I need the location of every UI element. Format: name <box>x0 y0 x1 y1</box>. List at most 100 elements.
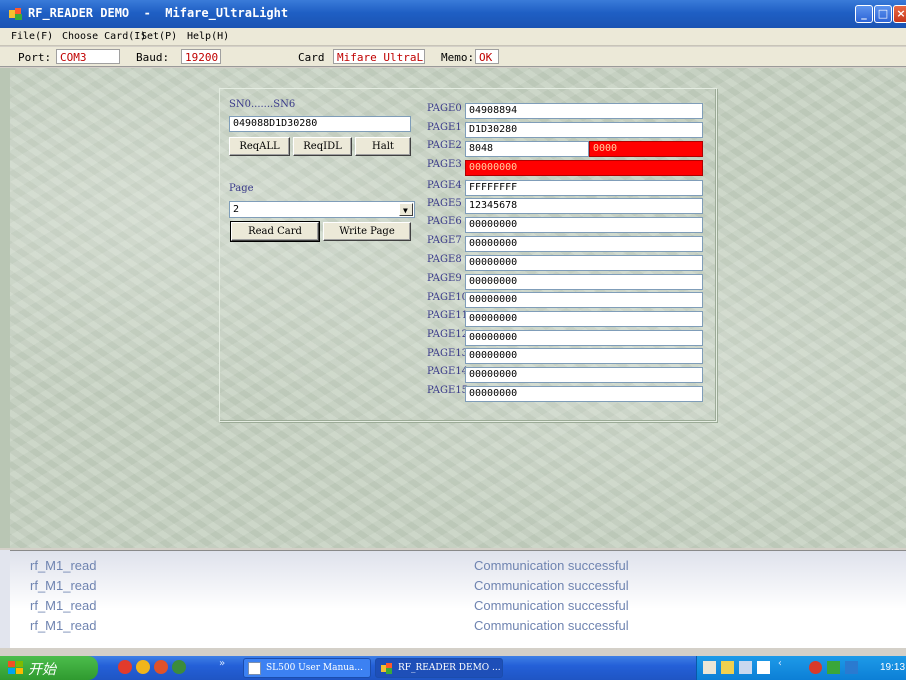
printer-icon[interactable] <box>703 661 716 674</box>
app-icon <box>9 8 22 20</box>
sn-label: SN0.......SN6 <box>229 99 296 110</box>
page-label-15: PAGE15 <box>427 385 469 396</box>
close-icon: × <box>896 7 906 20</box>
port-value: COM3 <box>56 49 120 64</box>
start-button[interactable]: 开始 <box>0 656 98 680</box>
quicklaunch-app-icon[interactable] <box>154 660 168 674</box>
page-field-0[interactable]: 04908894 <box>465 103 703 119</box>
log-item: rf_M1_read Communication successful <box>30 618 890 636</box>
log-function: rf_M1_read <box>30 598 97 613</box>
log-message: Communication successful <box>474 598 629 613</box>
write-page-button[interactable]: Write Page <box>323 222 411 241</box>
log-item: rf_M1_read Communication successful <box>30 598 890 616</box>
system-tray: ‹ 19:13 <box>696 656 906 680</box>
page-field-1[interactable]: D1D30280 <box>465 122 703 138</box>
tray-expand-icon[interactable]: ‹ <box>777 658 783 669</box>
menu-set[interactable]: Set(P) <box>141 31 177 42</box>
connection-icon[interactable] <box>845 661 858 674</box>
memo-label: Memo: <box>441 51 475 64</box>
page-field-14[interactable]: 00000000 <box>465 367 703 383</box>
reqall-button[interactable]: ReqALL <box>229 137 290 156</box>
page-field-5[interactable]: 12345678 <box>465 198 703 214</box>
page-field-2[interactable]: 8048 <box>465 141 589 157</box>
page-select[interactable]: 2 ▼ <box>229 201 415 218</box>
page-label-4: PAGE4 <box>427 180 462 191</box>
page-field-8[interactable]: 00000000 <box>465 255 703 271</box>
minimize-icon: _ <box>861 7 867 20</box>
antivirus-icon[interactable] <box>809 661 822 674</box>
task-label: SL500 User Manua... <box>266 663 363 673</box>
page-field-4[interactable]: FFFFFFFF <box>465 180 703 196</box>
log-message: Communication successful <box>474 618 629 633</box>
page-label-12: PAGE12 <box>427 329 469 340</box>
window-title: RF_READER DEMO - Mifare_UltraLight <box>28 6 289 20</box>
page-field-13[interactable]: 00000000 <box>465 348 703 364</box>
page-label-5: PAGE5 <box>427 198 462 209</box>
memo-value: OK <box>475 49 499 64</box>
page-select-value: 2 <box>233 204 240 215</box>
log-function: rf_M1_read <box>30 618 97 633</box>
page-field-6[interactable]: 00000000 <box>465 217 703 233</box>
card-value: Mifare_UltraLig <box>333 49 425 64</box>
menu-bar: File(F) Choose Card(I) Set(P) Help(H) <box>0 28 906 46</box>
help-icon[interactable] <box>757 661 770 674</box>
page-select-arrow[interactable]: ▼ <box>399 203 413 216</box>
page-label-2: PAGE2 <box>427 140 462 151</box>
window-left-edge <box>0 68 10 548</box>
taskbar: 开始 » SL500 User Manua... RF_READER DEMO … <box>0 656 906 680</box>
log-function: rf_M1_read <box>30 558 97 573</box>
start-label: 开始 <box>28 662 56 678</box>
clock: 19:13 <box>880 662 906 673</box>
log-message: Communication successful <box>474 558 629 573</box>
log-item: rf_M1_read Communication successful <box>30 558 890 576</box>
log-function: rf_M1_read <box>30 578 97 593</box>
sn-field[interactable]: 049088D1D30280 <box>229 116 411 132</box>
page-field-15[interactable]: 00000000 <box>465 386 703 402</box>
task-sl500-manual[interactable]: SL500 User Manua... <box>243 658 371 678</box>
page-label-1: PAGE1 <box>427 122 462 133</box>
close-button[interactable]: × <box>893 5 906 23</box>
page-label-3: PAGE3 <box>427 159 462 170</box>
title-bar: RF_READER DEMO - Mifare_UltraLight _ □ × <box>0 0 906 28</box>
log-left-edge <box>0 550 10 648</box>
page-label: Page <box>229 183 254 194</box>
page-field-9[interactable]: 00000000 <box>465 274 703 290</box>
page-label-0: PAGE0 <box>427 103 462 114</box>
menu-help[interactable]: Help(H) <box>187 31 229 42</box>
quicklaunch-app-icon[interactable] <box>118 660 132 674</box>
page-label-8: PAGE8 <box>427 254 462 265</box>
halt-button[interactable]: Halt <box>355 137 411 156</box>
task-label: RF_READER DEMO ... <box>398 663 501 673</box>
windows-logo-icon <box>8 661 23 674</box>
page-label-6: PAGE6 <box>427 216 462 227</box>
page-field-12[interactable]: 00000000 <box>465 330 703 346</box>
document-icon <box>248 662 261 675</box>
read-card-button[interactable]: Read Card <box>230 221 320 242</box>
page-field-10[interactable]: 00000000 <box>465 292 703 308</box>
pen-icon[interactable] <box>721 661 734 674</box>
quicklaunch-app-icon[interactable] <box>136 660 150 674</box>
page-field-2-extra[interactable]: 0000 <box>589 141 703 157</box>
page-field-3[interactable]: 00000000 <box>465 160 703 176</box>
baud-label: Baud: <box>136 51 170 64</box>
page-field-7[interactable]: 00000000 <box>465 236 703 252</box>
menu-choose-card[interactable]: Choose Card(I) <box>62 31 146 42</box>
quicklaunch-app-icon[interactable] <box>172 660 186 674</box>
minimize-button[interactable]: _ <box>855 5 873 23</box>
card-label: Card <box>298 51 325 64</box>
log-list[interactable]: rf_M1_read Communication successful rf_M… <box>10 550 906 648</box>
network-icon[interactable] <box>739 661 752 674</box>
task-rf-reader-demo[interactable]: RF_READER DEMO ... <box>375 658 503 678</box>
maximize-button[interactable]: □ <box>874 5 892 23</box>
menu-file[interactable]: File(F) <box>11 31 53 42</box>
status-line: Port: COM3 Baud: 19200 Card Mifare_Ultra… <box>0 47 906 67</box>
chevron-down-icon: ▼ <box>403 206 408 215</box>
volume-icon[interactable] <box>827 661 840 674</box>
reqidl-button[interactable]: ReqIDL <box>293 137 352 156</box>
app-icon <box>381 663 392 674</box>
page-label-11: PAGE11 <box>427 310 469 321</box>
quicklaunch-expand-icon[interactable]: » <box>219 658 225 669</box>
page-field-11[interactable]: 00000000 <box>465 311 703 327</box>
log-message: Communication successful <box>474 578 629 593</box>
page-label-9: PAGE9 <box>427 273 462 284</box>
